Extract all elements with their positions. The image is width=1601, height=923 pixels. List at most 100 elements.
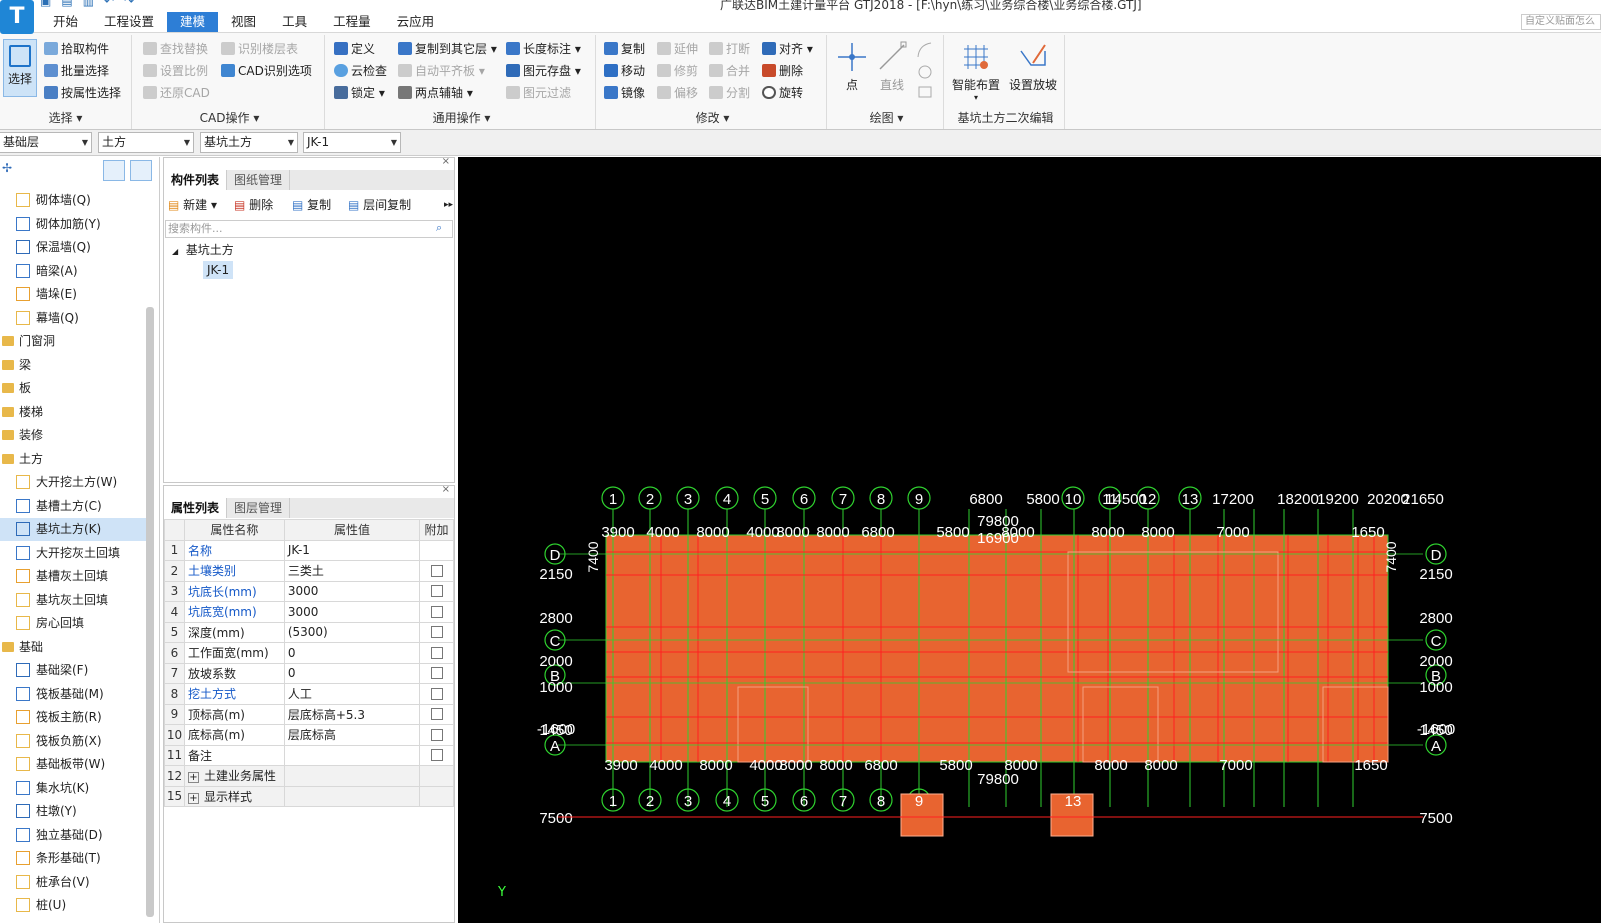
property-value[interactable]: 层底标高+5.3 (283, 703, 421, 725)
property-row[interactable]: 7 放坡系数 0 (164, 662, 454, 684)
length-dimension-button[interactable]: 长度标注 ▾ (506, 39, 581, 59)
property-value[interactable]: JK-1 (283, 539, 421, 561)
two-point-axis-button[interactable]: 两点辅轴 ▾ (398, 83, 473, 103)
property-value[interactable]: 3000 (283, 580, 421, 602)
property-row[interactable]: 9 顶标高(m) 层底标高+5.3 (164, 703, 454, 725)
property-value[interactable]: 层底标高 (283, 724, 421, 746)
property-value[interactable]: 0 (283, 662, 421, 684)
delete-component-button[interactable]: ▤ 删除 (234, 194, 273, 216)
nav-item[interactable]: 门窗洞 (0, 330, 150, 353)
nav-item[interactable]: 土方 (0, 448, 150, 471)
nav-item[interactable]: 筏板主筋(R) (0, 706, 150, 729)
select-button[interactable]: 选择 (3, 39, 37, 97)
cloud-check-button[interactable]: 云检查 (334, 61, 387, 81)
property-row[interactable]: 12 + 土建业务属性 (164, 765, 454, 787)
property-value[interactable] (283, 765, 421, 787)
tab-layer-management[interactable]: 图层管理 (227, 498, 291, 518)
tab-property-list[interactable]: 属性列表 (164, 498, 228, 518)
delete-button[interactable]: 删除 (762, 61, 803, 81)
nav-item[interactable]: 楼梯 (0, 401, 150, 424)
save-icon[interactable]: ▣ (40, 0, 51, 8)
nav-item[interactable]: 筏板负筋(X) (0, 730, 150, 753)
nav-item[interactable]: 梁 (0, 354, 150, 377)
help-search-input[interactable]: 自定义贴面怎么 (1521, 14, 1601, 30)
nav-item[interactable]: 墙垛(E) (0, 283, 150, 306)
pick-element-button[interactable]: 拾取构件 (44, 39, 109, 59)
nav-item[interactable]: 桩(U) (0, 894, 150, 917)
tab-modeling[interactable]: 建模 (167, 12, 219, 32)
component-search-input[interactable]: 搜索构件... (165, 220, 453, 238)
tab-start[interactable]: 开始 (40, 12, 91, 32)
expand-icon[interactable]: + (187, 772, 199, 784)
draw-line-button[interactable]: 直线 (876, 41, 908, 93)
auto-flush-slab-button[interactable]: 自动平齐板 ▾ (398, 61, 485, 81)
undo-icon[interactable]: ↶ (104, 0, 114, 8)
merge-button[interactable]: 合并 (709, 61, 750, 81)
nav-item[interactable]: 基础 (0, 636, 150, 659)
new-icon[interactable]: ▤ (61, 0, 72, 8)
copy-to-other-floor-button[interactable]: 复制到其它层 ▾ (398, 39, 497, 59)
nav-item[interactable]: 幕墙(Q) (0, 307, 150, 330)
break-button[interactable]: 打断 (709, 39, 750, 59)
rotate-button[interactable]: 旋转 (762, 83, 803, 103)
pin-icon[interactable]: ✢ (2, 161, 12, 175)
detail-view-icon[interactable] (130, 160, 152, 181)
cad-drawing[interactable]: 1234567891011121312345678979800798001690… (458, 157, 1601, 923)
nav-item[interactable]: 保温墙(Q) (0, 236, 150, 259)
nav-item[interactable]: 大开挖土方(W) (0, 471, 150, 494)
category-select[interactable]: 土方 ▼ (98, 132, 194, 153)
nav-item[interactable]: 砌体墙(Q) (0, 189, 150, 212)
nav-item[interactable]: 基坑土方(K) (0, 518, 150, 541)
extra-checkbox[interactable] (430, 626, 443, 639)
property-row[interactable]: 6 工作面宽(mm) 0 (164, 642, 454, 664)
cad-options-button[interactable]: CAD识别选项 (221, 61, 312, 81)
find-replace-button[interactable]: 查找替换 (143, 39, 208, 59)
draw-point-button[interactable]: 点 (836, 41, 868, 93)
property-row[interactable]: 5 深度(mm) (5300) (164, 621, 454, 643)
property-value[interactable] (283, 744, 421, 766)
tab-project-settings[interactable]: 工程设置 (91, 12, 167, 32)
mirror-button[interactable]: 镜像 (604, 83, 645, 103)
collapse-icon[interactable]: ◢ (172, 247, 178, 256)
nav-item[interactable]: 装修 (0, 424, 150, 447)
extra-checkbox[interactable] (430, 646, 443, 659)
offset-button[interactable]: 偏移 (657, 83, 698, 103)
tab-tools[interactable]: 工具 (269, 12, 320, 32)
nav-item[interactable]: 桩承台(V) (0, 871, 150, 894)
nav-item[interactable]: 条形基础(T) (0, 847, 150, 870)
set-scale-button[interactable]: 设置比例 (143, 61, 208, 81)
nav-item[interactable]: 集水坑(K) (0, 777, 150, 800)
split-button[interactable]: 分割 (709, 83, 750, 103)
property-value[interactable]: 三类土 (283, 560, 421, 582)
nav-item[interactable]: 基坑灰土回填 (0, 589, 150, 612)
property-row[interactable]: 4 坑底宽(mm) 3000 (164, 601, 454, 623)
close-icon[interactable]: × (442, 156, 450, 167)
extra-checkbox[interactable] (430, 667, 443, 680)
element-store-button[interactable]: 图元存盘 ▾ (506, 61, 581, 81)
property-row[interactable]: 15 + 显示样式 (164, 785, 454, 807)
nav-item[interactable]: 暗梁(A) (0, 260, 150, 283)
property-value[interactable]: (5300) (283, 621, 421, 643)
property-value[interactable]: 3000 (283, 601, 421, 623)
extra-checkbox[interactable] (430, 564, 443, 577)
tab-drawing-management[interactable]: 图纸管理 (227, 170, 291, 190)
new-button[interactable]: ▤ 新建 ▾ (168, 194, 217, 216)
batch-select-button[interactable]: 批量选择 (44, 61, 109, 81)
more-icon[interactable]: ▸▸ (444, 194, 453, 216)
floor-select[interactable]: 基础层 ▼ (0, 132, 92, 153)
property-row[interactable]: 2 土壤类别 三类土 (164, 560, 454, 582)
property-row[interactable]: 3 坑底长(mm) 3000 (164, 580, 454, 602)
element-filter-button[interactable]: 图元过滤 (506, 83, 571, 103)
extra-checkbox[interactable] (430, 687, 443, 700)
nav-item[interactable]: 大开挖灰土回填 (0, 542, 150, 565)
extra-checkbox[interactable] (430, 728, 443, 741)
app-logo-icon[interactable]: T (0, 0, 34, 34)
nav-item[interactable]: 独立基础(D) (0, 824, 150, 847)
select-by-property-button[interactable]: 按属性选择 (44, 83, 121, 103)
list-view-icon[interactable] (103, 160, 125, 181)
nav-item[interactable]: 基础梁(F) (0, 659, 150, 682)
extra-checkbox[interactable] (430, 605, 443, 618)
define-button[interactable]: 定义 (334, 39, 375, 59)
property-row[interactable]: 8 挖土方式 人工 (164, 683, 454, 705)
tab-quantities[interactable]: 工程量 (320, 12, 384, 32)
